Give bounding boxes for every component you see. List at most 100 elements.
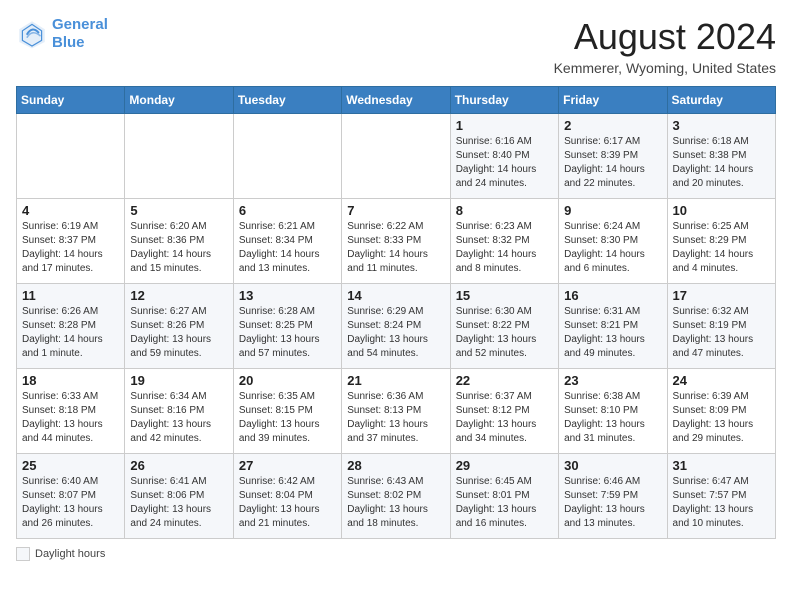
logo: General Blue xyxy=(16,16,108,52)
weekday-header: Sunday xyxy=(17,87,125,114)
day-info: Sunrise: 6:41 AM Sunset: 8:06 PM Dayligh… xyxy=(130,475,227,531)
day-info: Sunrise: 6:31 AM Sunset: 8:21 PM Dayligh… xyxy=(564,305,661,361)
day-number: 18 xyxy=(22,373,119,388)
day-number: 25 xyxy=(22,458,119,473)
day-number: 24 xyxy=(673,373,770,388)
calendar-cell: 10Sunrise: 6:25 AM Sunset: 8:29 PM Dayli… xyxy=(667,199,775,284)
logo-line2: Blue xyxy=(52,34,85,51)
title-block: August 2024 Kemmerer, Wyoming, United St… xyxy=(554,16,776,76)
footer: Daylight hours xyxy=(16,547,776,561)
day-info: Sunrise: 6:33 AM Sunset: 8:18 PM Dayligh… xyxy=(22,390,119,446)
calendar-cell: 12Sunrise: 6:27 AM Sunset: 8:26 PM Dayli… xyxy=(125,284,233,369)
day-info: Sunrise: 6:32 AM Sunset: 8:19 PM Dayligh… xyxy=(673,305,770,361)
day-number: 1 xyxy=(456,118,553,133)
day-number: 28 xyxy=(347,458,444,473)
weekday-header-row: SundayMondayTuesdayWednesdayThursdayFrid… xyxy=(17,87,776,114)
day-info: Sunrise: 6:35 AM Sunset: 8:15 PM Dayligh… xyxy=(239,390,336,446)
calendar-cell: 1Sunrise: 6:16 AM Sunset: 8:40 PM Daylig… xyxy=(450,114,558,199)
calendar-week-row: 4Sunrise: 6:19 AM Sunset: 8:37 PM Daylig… xyxy=(17,199,776,284)
day-info: Sunrise: 6:19 AM Sunset: 8:37 PM Dayligh… xyxy=(22,220,119,276)
day-number: 7 xyxy=(347,203,444,218)
day-number: 29 xyxy=(456,458,553,473)
calendar-cell xyxy=(17,114,125,199)
day-info: Sunrise: 6:45 AM Sunset: 8:01 PM Dayligh… xyxy=(456,475,553,531)
calendar-cell: 3Sunrise: 6:18 AM Sunset: 8:38 PM Daylig… xyxy=(667,114,775,199)
day-number: 23 xyxy=(564,373,661,388)
day-number: 31 xyxy=(673,458,770,473)
calendar-cell: 5Sunrise: 6:20 AM Sunset: 8:36 PM Daylig… xyxy=(125,199,233,284)
day-info: Sunrise: 6:22 AM Sunset: 8:33 PM Dayligh… xyxy=(347,220,444,276)
calendar-cell: 13 Sunrise: 6:28 AM Sunset: 8:25 PM Dayli… xyxy=(233,284,341,369)
day-info: Sunrise: 6:23 AM Sunset: 8:32 PM Dayligh… xyxy=(456,220,553,276)
calendar-cell: 8 Sunrise: 6:23 AM Sunset: 8:32 PM Daylig… xyxy=(450,199,558,284)
day-info: Sunrise: 6:46 AM Sunset: 7:59 PM Dayligh… xyxy=(564,475,661,531)
weekday-header: Saturday xyxy=(667,87,775,114)
day-info: Sunrise: 6:29 AM Sunset: 8:24 PM Dayligh… xyxy=(347,305,444,361)
day-number: 6 xyxy=(239,203,336,218)
calendar-cell: 4Sunrise: 6:19 AM Sunset: 8:37 PM Daylig… xyxy=(17,199,125,284)
weekday-header: Thursday xyxy=(450,87,558,114)
day-info: Sunrise: 6:36 AM Sunset: 8:13 PM Dayligh… xyxy=(347,390,444,446)
day-info: Sunrise: 6:42 AM Sunset: 8:04 PM Dayligh… xyxy=(239,475,336,531)
calendar-cell: 23 Sunrise: 6:38 AM Sunset: 8:10 PM Dayli… xyxy=(559,369,667,454)
day-number: 19 xyxy=(130,373,227,388)
day-info: Sunrise: 6:30 AM Sunset: 8:22 PM Dayligh… xyxy=(456,305,553,361)
day-info: Sunrise: 6:39 AM Sunset: 8:09 PM Dayligh… xyxy=(673,390,770,446)
calendar-cell: 31Sunrise: 6:47 AM Sunset: 7:57 PM Dayli… xyxy=(667,454,775,539)
day-info: Sunrise: 6:43 AM Sunset: 8:02 PM Dayligh… xyxy=(347,475,444,531)
logo-icon xyxy=(16,18,48,50)
day-number: 13 xyxy=(239,288,336,303)
weekday-header: Wednesday xyxy=(342,87,450,114)
day-info: Sunrise: 6:21 AM Sunset: 8:34 PM Dayligh… xyxy=(239,220,336,276)
calendar-cell xyxy=(342,114,450,199)
calendar-cell: 2Sunrise: 6:17 AM Sunset: 8:39 PM Daylig… xyxy=(559,114,667,199)
day-number: 20 xyxy=(239,373,336,388)
calendar-cell: 28 Sunrise: 6:43 AM Sunset: 8:02 PM Dayli… xyxy=(342,454,450,539)
calendar-cell: 29 Sunrise: 6:45 AM Sunset: 8:01 PM Dayli… xyxy=(450,454,558,539)
weekday-header: Friday xyxy=(559,87,667,114)
page-header: General Blue August 2024 Kemmerer, Wyomi… xyxy=(16,16,776,76)
calendar-cell: 18 Sunrise: 6:33 AM Sunset: 8:18 PM Dayli… xyxy=(17,369,125,454)
calendar-cell: 14Sunrise: 6:29 AM Sunset: 8:24 PM Dayli… xyxy=(342,284,450,369)
calendar-cell: 17 Sunrise: 6:32 AM Sunset: 8:19 PM Dayli… xyxy=(667,284,775,369)
day-number: 21 xyxy=(347,373,444,388)
daylight-legend-box xyxy=(16,547,30,561)
calendar-cell: 24 Sunrise: 6:39 AM Sunset: 8:09 PM Dayli… xyxy=(667,369,775,454)
calendar-week-row: 25 Sunrise: 6:40 AM Sunset: 8:07 PM Dayli… xyxy=(17,454,776,539)
day-info: Sunrise: 6:34 AM Sunset: 8:16 PM Dayligh… xyxy=(130,390,227,446)
day-number: 27 xyxy=(239,458,336,473)
day-info: Sunrise: 6:18 AM Sunset: 8:38 PM Dayligh… xyxy=(673,135,770,191)
location: Kemmerer, Wyoming, United States xyxy=(554,60,776,76)
day-info: Sunrise: 6:27 AM Sunset: 8:26 PM Dayligh… xyxy=(130,305,227,361)
calendar-cell: 30 Sunrise: 6:46 AM Sunset: 7:59 PM Dayli… xyxy=(559,454,667,539)
calendar-cell xyxy=(233,114,341,199)
calendar-week-row: 1Sunrise: 6:16 AM Sunset: 8:40 PM Daylig… xyxy=(17,114,776,199)
day-info: Sunrise: 6:38 AM Sunset: 8:10 PM Dayligh… xyxy=(564,390,661,446)
daylight-label: Daylight hours xyxy=(35,548,105,560)
calendar-cell: 16 Sunrise: 6:31 AM Sunset: 8:21 PM Dayli… xyxy=(559,284,667,369)
day-number: 11 xyxy=(22,288,119,303)
day-number: 30 xyxy=(564,458,661,473)
day-info: Sunrise: 6:40 AM Sunset: 8:07 PM Dayligh… xyxy=(22,475,119,531)
day-number: 5 xyxy=(130,203,227,218)
day-number: 15 xyxy=(456,288,553,303)
day-info: Sunrise: 6:28 AM Sunset: 8:25 PM Dayligh… xyxy=(239,305,336,361)
calendar-cell: 6 Sunrise: 6:21 AM Sunset: 8:34 PM Daylig… xyxy=(233,199,341,284)
calendar-week-row: 11Sunrise: 6:26 AM Sunset: 8:28 PM Dayli… xyxy=(17,284,776,369)
weekday-header: Tuesday xyxy=(233,87,341,114)
calendar-week-row: 18 Sunrise: 6:33 AM Sunset: 8:18 PM Dayli… xyxy=(17,369,776,454)
calendar-cell: 25 Sunrise: 6:40 AM Sunset: 8:07 PM Dayli… xyxy=(17,454,125,539)
calendar-cell: 11Sunrise: 6:26 AM Sunset: 8:28 PM Dayli… xyxy=(17,284,125,369)
calendar-cell: 15 Sunrise: 6:30 AM Sunset: 8:22 PM Dayli… xyxy=(450,284,558,369)
day-info: Sunrise: 6:37 AM Sunset: 8:12 PM Dayligh… xyxy=(456,390,553,446)
day-number: 8 xyxy=(456,203,553,218)
weekday-header: Monday xyxy=(125,87,233,114)
logo-line1: General xyxy=(52,16,108,33)
day-number: 17 xyxy=(673,288,770,303)
calendar-table: SundayMondayTuesdayWednesdayThursdayFrid… xyxy=(16,86,776,539)
month-title: August 2024 xyxy=(554,16,776,58)
day-number: 16 xyxy=(564,288,661,303)
day-info: Sunrise: 6:24 AM Sunset: 8:30 PM Dayligh… xyxy=(564,220,661,276)
logo-text: General Blue xyxy=(52,16,108,52)
calendar-cell: 7 Sunrise: 6:22 AM Sunset: 8:33 PM Daylig… xyxy=(342,199,450,284)
